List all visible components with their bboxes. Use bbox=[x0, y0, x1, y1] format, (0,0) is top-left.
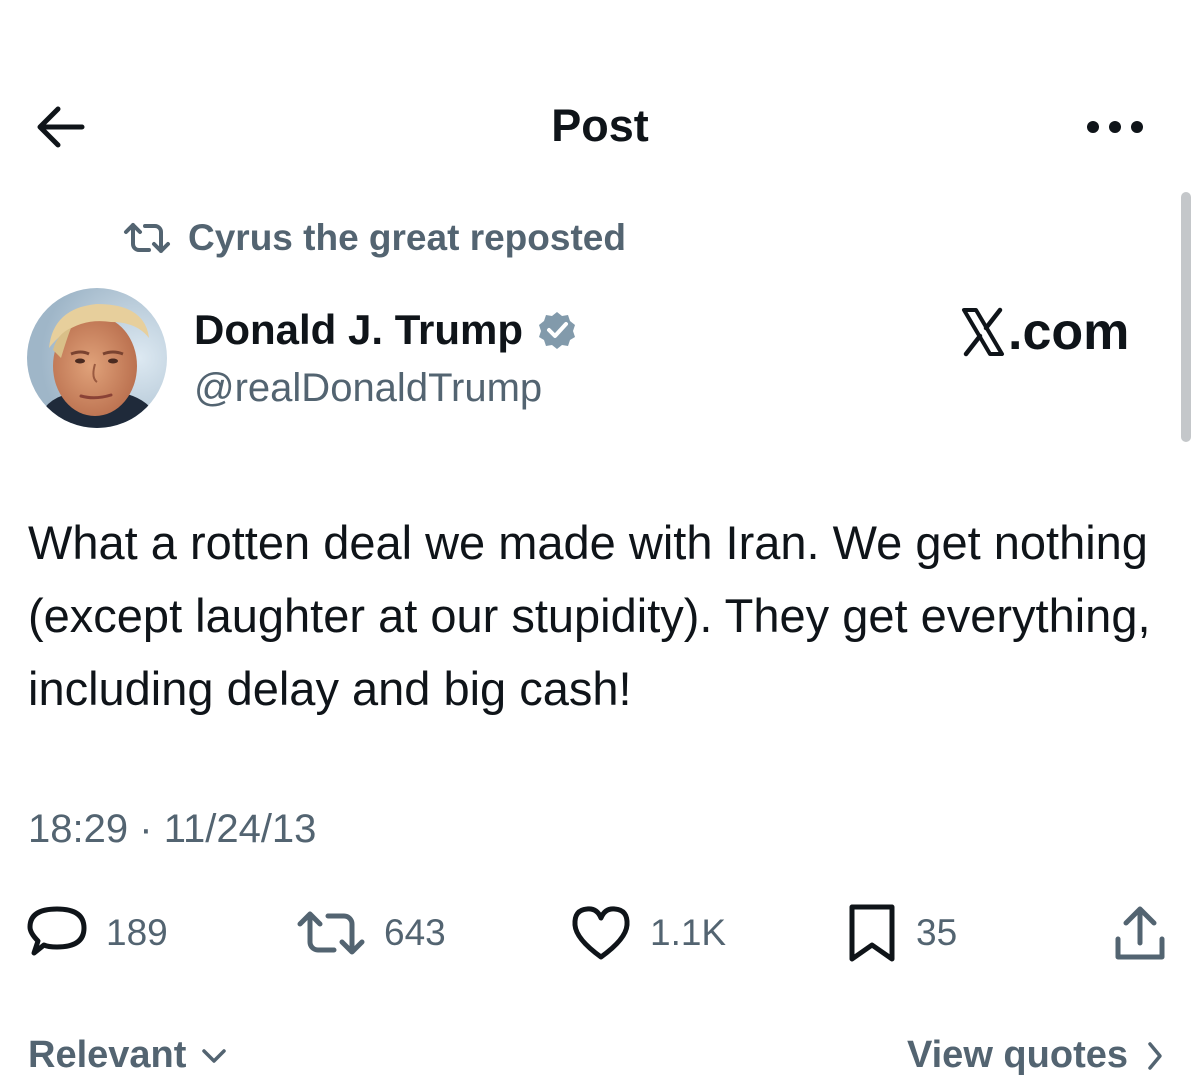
chevron-right-icon bbox=[1148, 1041, 1162, 1070]
more-dots-icon bbox=[1087, 121, 1143, 133]
view-quotes-label: View quotes bbox=[906, 1034, 1128, 1076]
repost-button[interactable]: 643 bbox=[296, 900, 446, 966]
page-title: Post bbox=[551, 100, 649, 151]
bookmark-count: 35 bbox=[916, 912, 958, 953]
bookmark-button[interactable]: 35 bbox=[846, 900, 957, 966]
reply-sort-dropdown[interactable]: Relevant bbox=[28, 1034, 228, 1077]
reply-button[interactable]: 189 bbox=[26, 900, 168, 966]
repost-label: Cyrus the great reposted bbox=[188, 217, 626, 258]
share-icon bbox=[1115, 906, 1165, 960]
author-name: Donald J. Trump bbox=[194, 306, 524, 353]
post-time: 18:29 bbox=[28, 807, 129, 851]
more-options-button[interactable] bbox=[1082, 112, 1148, 142]
repost-indicator[interactable]: Cyrus the great reposted bbox=[122, 214, 626, 262]
author-handle[interactable]: @realDonaldTrump bbox=[194, 366, 542, 411]
like-count: 1.1K bbox=[650, 912, 727, 953]
repost-count: 643 bbox=[384, 912, 446, 953]
post-timestamp[interactable]: 18:29 · 11/24/13 bbox=[28, 807, 316, 852]
like-button[interactable]: 1.1K bbox=[570, 900, 726, 966]
meta-separator: · bbox=[139, 807, 153, 851]
share-button[interactable] bbox=[1112, 900, 1168, 966]
post-date: 11/24/13 bbox=[163, 807, 317, 851]
reply-icon bbox=[27, 906, 87, 956]
author-name-link[interactable]: Donald J. Trump bbox=[194, 302, 577, 358]
chevron-down-icon bbox=[202, 1048, 227, 1063]
bookmark-icon bbox=[849, 904, 895, 962]
post-screen: Post Cyrus the great reposted Donald J. … bbox=[0, 0, 1200, 1080]
watermark-suffix: .com bbox=[1008, 303, 1130, 361]
avatar[interactable] bbox=[27, 288, 167, 428]
scrollbar[interactable] bbox=[1181, 192, 1191, 442]
verified-badge-icon bbox=[539, 312, 576, 349]
x-logo-icon bbox=[962, 307, 1004, 357]
heart-icon bbox=[572, 906, 630, 960]
repost-icon bbox=[297, 911, 365, 955]
reply-count: 189 bbox=[106, 912, 168, 953]
repost-icon bbox=[124, 223, 170, 253]
avatar-photo bbox=[27, 288, 167, 428]
x-com-watermark: .com bbox=[960, 300, 1129, 364]
sort-label: Relevant bbox=[28, 1034, 187, 1076]
post-text: What a rotten deal we made with Iran. We… bbox=[28, 516, 1151, 715]
action-bar: 189 643 1.1K 35 bbox=[0, 900, 1200, 966]
view-quotes-link[interactable]: View quotes bbox=[907, 1034, 1164, 1077]
